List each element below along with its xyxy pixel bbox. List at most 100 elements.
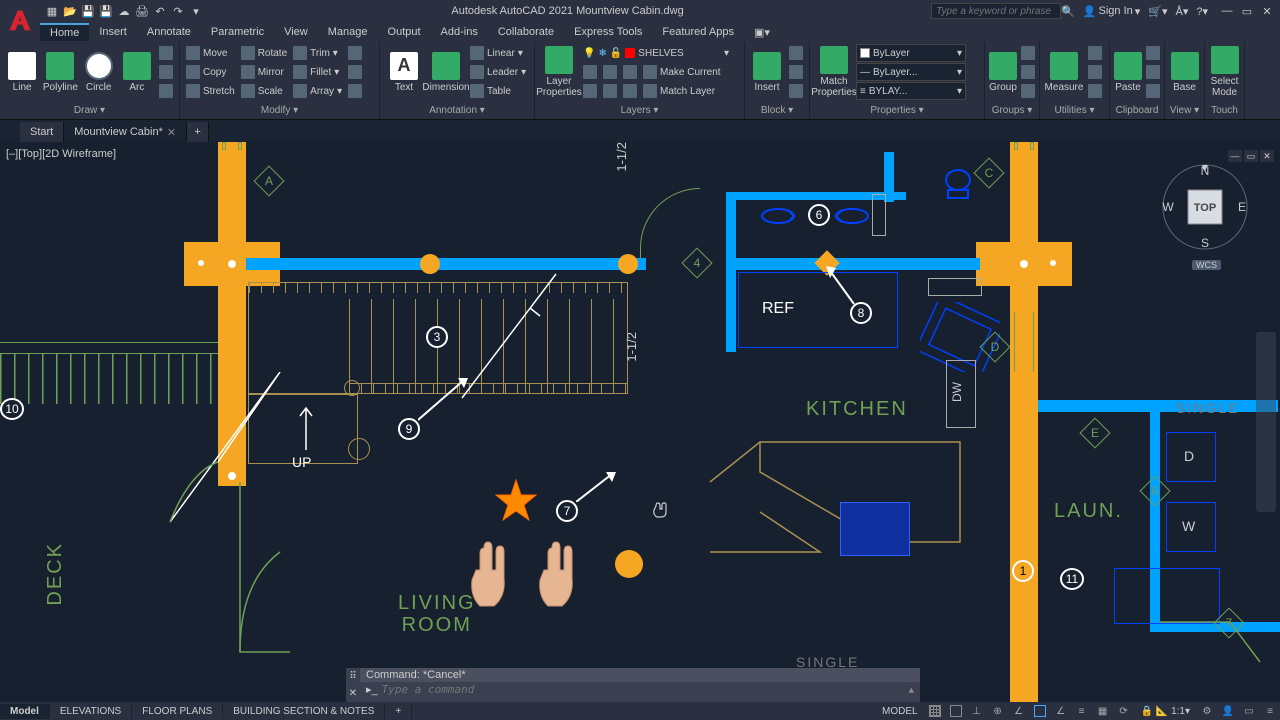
polyline-button[interactable]: Polyline <box>42 44 78 100</box>
tab-insert[interactable]: Insert <box>89 24 137 40</box>
tab-view[interactable]: View <box>274 24 318 40</box>
layer-tool3[interactable] <box>621 63 639 81</box>
filetab-start[interactable]: Start <box>20 122 64 142</box>
vp-minimize-icon[interactable]: — <box>1228 150 1242 162</box>
array-button[interactable]: Array ▾ <box>291 82 344 100</box>
layer-dropdown[interactable]: 💡❄🔓SHELVES▾ <box>581 44 731 62</box>
linetype-dropdown[interactable]: ≡BYLAY...▾ <box>856 82 966 100</box>
cmd-input[interactable] <box>382 683 905 696</box>
line-button[interactable]: Line <box>4 44 40 100</box>
view-panel-label[interactable]: View ▾ <box>1169 104 1200 117</box>
util-ext1[interactable] <box>1086 44 1104 62</box>
mirror-button[interactable]: Mirror <box>239 63 289 81</box>
vp-restore-icon[interactable]: ▭ <box>1244 150 1258 162</box>
status-gear-icon[interactable]: ⚙ <box>1197 703 1217 719</box>
wcs-label[interactable]: WCS <box>1192 260 1221 270</box>
layerprops-button[interactable]: Layer Properties <box>539 44 579 100</box>
search-go-icon[interactable]: 🔍 <box>1061 5 1075 18</box>
leader-button[interactable]: Leader ▾ <box>468 63 528 81</box>
block-panel-label[interactable]: Block ▾ <box>749 104 805 117</box>
measure-button[interactable]: Measure <box>1044 44 1084 100</box>
qat-undo-icon[interactable]: ↶ <box>152 3 168 19</box>
viewcube-top[interactable]: TOP <box>1194 202 1216 214</box>
status-cycle-icon[interactable]: ⟳ <box>1114 703 1134 719</box>
tab-more-icon[interactable]: ▣▾ <box>744 24 780 41</box>
viewcube-w[interactable]: W <box>1162 200 1174 214</box>
makecurrent-button[interactable]: Make Current <box>641 63 723 81</box>
qat-open-icon[interactable]: 📂 <box>62 3 78 19</box>
layout-section[interactable]: BUILDING SECTION & NOTES <box>223 704 385 719</box>
cmd-recent-icon[interactable]: ▴ <box>908 683 914 696</box>
layers-panel-label[interactable]: Layers ▾ <box>539 104 740 117</box>
text-button[interactable]: AText <box>384 44 424 100</box>
properties-panel-label[interactable]: Properties ▾ <box>814 104 980 117</box>
clip-ext2[interactable] <box>1144 63 1162 81</box>
status-custom-icon[interactable]: ≡ <box>1260 703 1280 719</box>
move-button[interactable]: Move <box>184 44 237 62</box>
annotation-panel-label[interactable]: Annotation ▾ <box>384 104 530 117</box>
signin-button[interactable]: 👤 Sign In ▾ <box>1083 5 1140 18</box>
circle-button[interactable]: Circle <box>81 44 117 100</box>
draw-ext1[interactable] <box>157 44 175 62</box>
command-line[interactable]: Command: *Cancel* ▸_▴ <box>360 668 920 702</box>
table-button[interactable]: Table <box>468 82 528 100</box>
status-iso-icon[interactable]: ∠ <box>1009 703 1029 719</box>
stretch-button[interactable]: Stretch <box>184 82 237 100</box>
base-button[interactable]: Base <box>1169 44 1200 100</box>
scale-button[interactable]: Scale <box>239 82 289 100</box>
status-polar-icon[interactable]: ⊕ <box>988 703 1008 719</box>
close-button[interactable]: ✕ <box>1258 4 1276 18</box>
layout-add-button[interactable]: + <box>385 704 412 719</box>
navigation-bar[interactable] <box>1256 332 1276 512</box>
modify-panel-label[interactable]: Modify ▾ <box>184 104 375 117</box>
status-scale[interactable]: 🔒 📐 1:1▾ <box>1135 706 1196 717</box>
tab-expresstools[interactable]: Express Tools <box>564 24 652 40</box>
block-ext2[interactable] <box>787 63 805 81</box>
status-person-icon[interactable]: 👤 <box>1218 703 1238 719</box>
cmdline-handle[interactable]: ⠿✕ <box>346 668 360 702</box>
layer-tool1[interactable] <box>581 63 599 81</box>
clip-ext3[interactable] <box>1144 82 1162 100</box>
group-ext1[interactable] <box>1019 44 1037 62</box>
viewcube-s[interactable]: S <box>1201 236 1209 250</box>
matchlayer-button[interactable]: Match Layer <box>641 82 717 100</box>
utilities-panel-label[interactable]: Utilities ▾ <box>1044 104 1105 117</box>
groups-panel-label[interactable]: Groups ▾ <box>989 104 1035 117</box>
util-ext2[interactable] <box>1086 63 1104 81</box>
help-icon[interactable]: ?▾ <box>1196 5 1208 18</box>
tab-addins[interactable]: Add-ins <box>431 24 488 40</box>
block-ext1[interactable] <box>787 44 805 62</box>
copy-button[interactable]: Copy <box>184 63 237 81</box>
app-logo[interactable] <box>0 0 40 42</box>
qat-redo-icon[interactable]: ↷ <box>170 3 186 19</box>
matchprops-button[interactable]: Match Properties <box>814 44 854 100</box>
status-snap-icon[interactable] <box>946 703 966 719</box>
color-dropdown[interactable]: ByLayer▾ <box>856 44 966 62</box>
layer-tool6[interactable] <box>621 82 639 100</box>
status-model[interactable]: MODEL <box>876 706 924 717</box>
util-ext3[interactable] <box>1086 82 1104 100</box>
status-transparency-icon[interactable]: ▦ <box>1093 703 1113 719</box>
cart-icon[interactable]: 🛒▾ <box>1148 5 1167 18</box>
modify-ext2[interactable] <box>346 63 364 81</box>
layout-floorplans[interactable]: FLOOR PLANS <box>132 704 223 719</box>
vp-close-icon[interactable]: ✕ <box>1260 150 1274 162</box>
app-menu-icon[interactable]: Å▾ <box>1176 5 1189 18</box>
clip-ext1[interactable] <box>1144 44 1162 62</box>
layout-elevations[interactable]: ELEVATIONS <box>50 704 132 719</box>
dimension-button[interactable]: Dimension <box>426 44 466 100</box>
fillet-button[interactable]: Fillet ▾ <box>291 63 344 81</box>
layer-tool5[interactable] <box>601 82 619 100</box>
viewport[interactable]: [–][Top][2D Wireframe] — ▭ ✕ UP <box>0 142 1280 702</box>
block-ext3[interactable] <box>787 82 805 100</box>
modify-ext1[interactable] <box>346 44 364 62</box>
tab-collaborate[interactable]: Collaborate <box>488 24 564 40</box>
lineweight-dropdown[interactable]: —ByLayer...▾ <box>856 63 966 81</box>
minimize-button[interactable]: — <box>1218 4 1236 18</box>
group-button[interactable]: Group <box>989 44 1017 100</box>
qat-saveas-icon[interactable]: 💾 <box>98 3 114 19</box>
tab-home[interactable]: Home <box>40 23 89 41</box>
tab-parametric[interactable]: Parametric <box>201 24 274 40</box>
tab-annotate[interactable]: Annotate <box>137 24 201 40</box>
status-otrack-icon[interactable]: ∠ <box>1051 703 1071 719</box>
